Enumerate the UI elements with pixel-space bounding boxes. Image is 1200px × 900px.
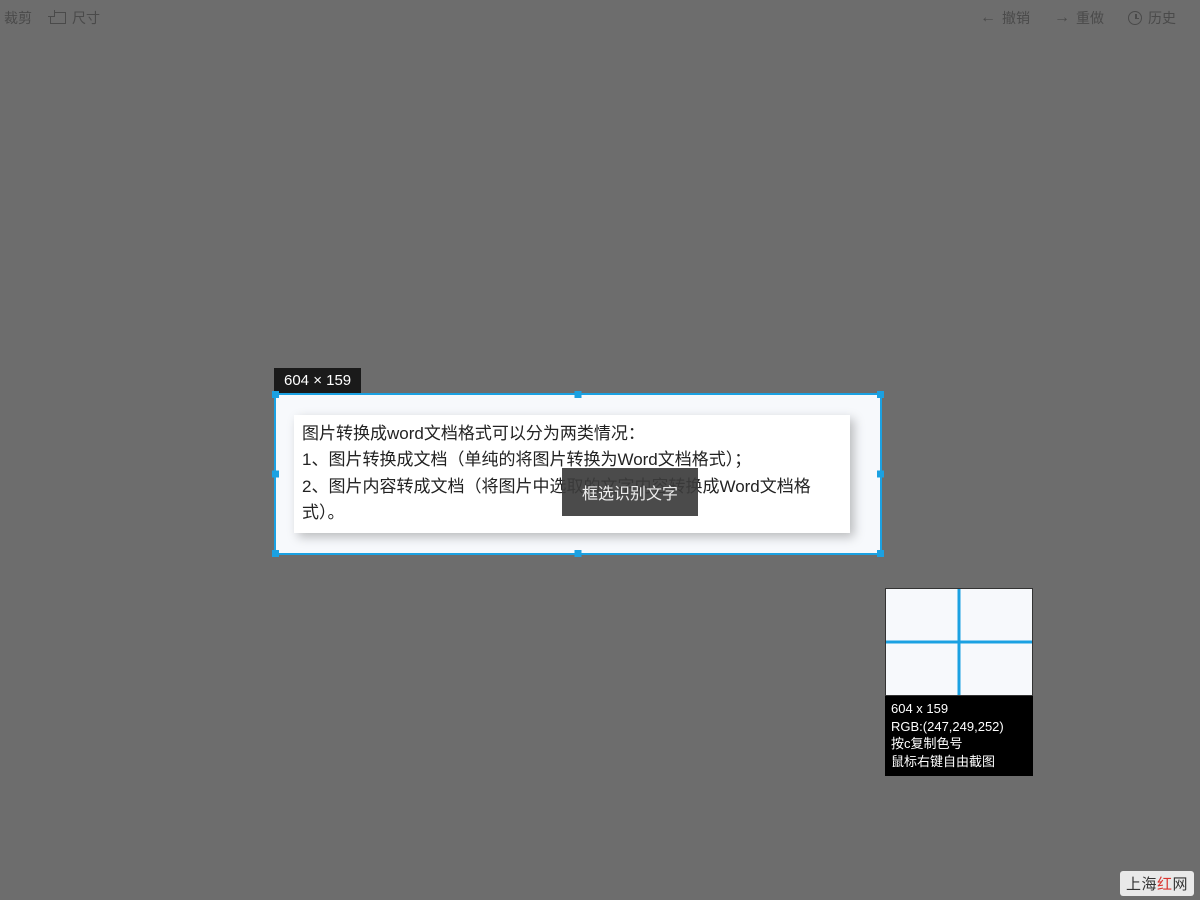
toolbar-left: 裁剪 尺寸 [0, 8, 100, 28]
size-button[interactable]: 尺寸 [50, 8, 100, 28]
resize-handle-bottom-left[interactable] [272, 550, 279, 557]
redo-label: 重做 [1076, 8, 1104, 28]
resize-handle-top-right[interactable] [877, 391, 884, 398]
resize-handle-bottom-middle[interactable] [575, 550, 582, 557]
crop-label: 裁剪 [4, 8, 32, 28]
size-icon [50, 12, 66, 24]
history-button[interactable]: 历史 [1128, 8, 1176, 28]
magnifier-hint-copy: 按c复制色号 [891, 735, 1027, 753]
arrow-right-icon: → [1054, 10, 1070, 26]
selection-dimensions-badge: 604 × 159 [274, 368, 361, 393]
resize-handle-bottom-right[interactable] [877, 550, 884, 557]
crop-button[interactable]: 裁剪 [4, 8, 32, 28]
resize-handle-middle-left[interactable] [272, 471, 279, 478]
clock-icon [1128, 11, 1142, 25]
magnifier-hint-rightclick: 鼠标右键自由截图 [891, 753, 1027, 771]
arrow-left-icon: ← [980, 10, 996, 26]
magnifier-panel: 604 x 159 RGB:(247,249,252) 按c复制色号 鼠标右键自… [885, 588, 1033, 776]
undo-button[interactable]: ← 撤销 [980, 8, 1030, 28]
toolbar-right: ← 撤销 → 重做 历史 [980, 8, 1200, 28]
magnifier-dimensions: 604 x 159 [891, 700, 1027, 718]
redo-button[interactable]: → 重做 [1054, 8, 1104, 28]
magnifier-preview [885, 588, 1033, 696]
watermark-part1: 上海 [1126, 876, 1157, 893]
resize-handle-top-middle[interactable] [575, 391, 582, 398]
captured-line-1: 图片转换成word文档格式可以分为两类情况： [302, 421, 842, 447]
resize-handle-top-left[interactable] [272, 391, 279, 398]
ocr-tooltip: 框选识别文字 [562, 468, 698, 516]
toolbar: 裁剪 尺寸 ← 撤销 → 重做 历史 [0, 0, 1200, 36]
resize-handle-middle-right[interactable] [877, 471, 884, 478]
watermark-part3: 网 [1172, 876, 1188, 893]
size-label: 尺寸 [72, 8, 100, 28]
undo-label: 撤销 [1002, 8, 1030, 28]
magnifier-rgb: RGB:(247,249,252) [891, 718, 1027, 736]
watermark: 上海红网 [1120, 871, 1194, 896]
history-label: 历史 [1148, 8, 1176, 28]
watermark-part2: 红 [1157, 876, 1173, 893]
magnifier-info: 604 x 159 RGB:(247,249,252) 按c复制色号 鼠标右键自… [885, 696, 1033, 776]
